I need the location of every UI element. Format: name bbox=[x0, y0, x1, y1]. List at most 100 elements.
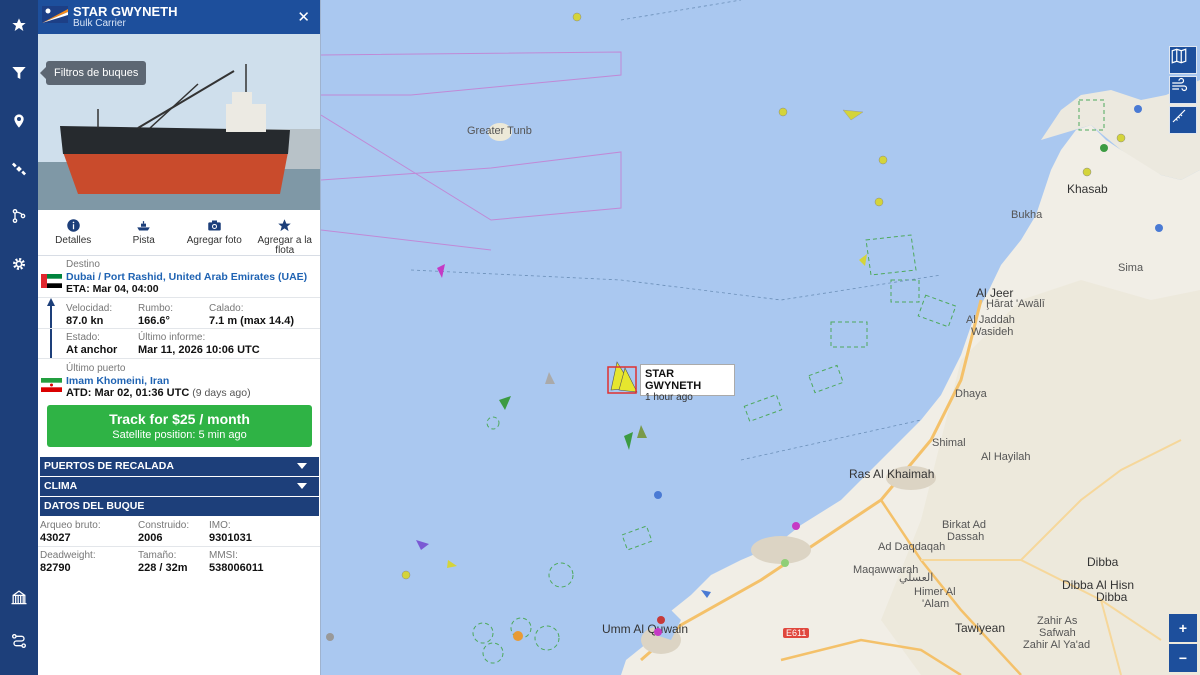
vessel-data-label: DATOS DEL BUQUE bbox=[44, 500, 145, 512]
map-layers-button[interactable] bbox=[1169, 46, 1197, 74]
vessel-map-tooltip: STAR GWYNETH 1 hour ago bbox=[640, 364, 735, 403]
label-dhaya: Dhaya bbox=[955, 388, 987, 400]
track-button[interactable]: Pista bbox=[109, 210, 180, 255]
track-subscribe-button[interactable]: Track for $25 / month Satellite position… bbox=[47, 405, 312, 447]
details-label: Detalles bbox=[55, 235, 92, 246]
add-to-fleet-button[interactable]: Agregar a la flota bbox=[250, 210, 321, 256]
vessel-tooltip-name: STAR GWYNETH bbox=[645, 368, 702, 392]
track-subscribe-subtitle: Satellite position: 5 min ago bbox=[112, 429, 247, 441]
label-ras-al-khaimah: Ras Al Khaimah bbox=[849, 467, 935, 481]
label-arabic: العسلي bbox=[899, 572, 934, 584]
port-icon bbox=[11, 590, 27, 605]
vessel-actions: Detalles Pista Agregar foto Agregar a la… bbox=[38, 210, 320, 256]
routes-button[interactable] bbox=[0, 197, 38, 235]
tracks-button[interactable] bbox=[0, 622, 38, 660]
gear-icon bbox=[13, 258, 25, 270]
label-himer-al: Himer Al bbox=[914, 586, 956, 598]
satellite-button[interactable] bbox=[0, 150, 38, 188]
dwt-label: Deadweight: bbox=[40, 550, 96, 561]
road-sign-e611: E611 bbox=[783, 628, 810, 638]
label-safwah: Safwah bbox=[1039, 627, 1076, 639]
dwt-value: 82790 bbox=[40, 562, 71, 574]
route-icon bbox=[12, 209, 26, 223]
add-to-fleet-label: Agregar a la flota bbox=[257, 235, 312, 256]
favorites-button[interactable] bbox=[0, 6, 38, 44]
last-report-value: Mar 11, 2026 10:06 UTC bbox=[138, 344, 260, 356]
label-al-hayilah: Al Hayilah bbox=[981, 451, 1031, 463]
wind-button[interactable] bbox=[1169, 76, 1197, 104]
measure-icon bbox=[1172, 109, 1186, 123]
ports-of-call-accordion[interactable]: PUERTOS DE RECALADA bbox=[40, 457, 319, 476]
label-tawiyean: Tawiyean bbox=[955, 621, 1006, 635]
vessel-panel-header: STAR GWYNETH Bulk Carrier ✕ bbox=[38, 0, 320, 34]
mmsi-label: MMSI: bbox=[209, 550, 238, 561]
close-icon[interactable]: ✕ bbox=[297, 8, 310, 26]
gt-value: 43027 bbox=[40, 532, 71, 544]
measure-button[interactable] bbox=[1169, 106, 1197, 134]
ship-icon bbox=[137, 221, 150, 231]
draught-value: 7.1 m (max 14.4) bbox=[209, 315, 294, 327]
left-rail bbox=[0, 0, 38, 675]
destination-link[interactable]: Dubai / Port Rashid, United Arab Emirate… bbox=[66, 271, 307, 283]
built-label: Construido: bbox=[138, 520, 190, 531]
zoom-out-button[interactable]: − bbox=[1169, 644, 1197, 672]
atd-ago: (9 days ago) bbox=[192, 387, 251, 399]
zoom-in-button[interactable]: + bbox=[1169, 614, 1197, 642]
track-label: Pista bbox=[132, 235, 155, 246]
size-label: Tamaño: bbox=[138, 550, 177, 561]
gt-label: Arqueo bruto: bbox=[40, 520, 101, 531]
vessel-data-accordion[interactable]: DATOS DEL BUQUE bbox=[40, 497, 319, 516]
label-harat-awali: Ḩārat 'Awālī bbox=[986, 298, 1045, 310]
map-view[interactable]: Greater Tunb Khasab Bukha Sima Al Jeer Ḩ… bbox=[321, 0, 1200, 675]
destination-label: Destino bbox=[66, 259, 100, 270]
track-subscribe-title: Track for $25 / month bbox=[109, 411, 250, 427]
vessel-tooltip-age: 1 hour ago bbox=[645, 392, 693, 403]
add-photo-button[interactable]: Agregar foto bbox=[179, 210, 250, 255]
imo-label: IMO: bbox=[209, 520, 231, 531]
weather-accordion[interactable]: CLIMA bbox=[40, 477, 319, 496]
atd-value: ATD: Mar 02, 01:36 UTC bbox=[66, 387, 190, 399]
location-button[interactable] bbox=[0, 102, 38, 140]
map-canvas bbox=[321, 0, 1200, 675]
label-khasab: Khasab bbox=[1067, 182, 1108, 196]
wind-icon bbox=[1172, 77, 1188, 92]
course-value: 166.6° bbox=[138, 315, 170, 327]
label-umm-al-quwain: Umm Al Quwain bbox=[602, 622, 689, 636]
chevron-down-icon bbox=[297, 463, 307, 469]
map-layers-icon bbox=[1171, 48, 1187, 64]
label-birkat-ad: Birkat Ad bbox=[942, 519, 987, 531]
status-row: Estado: At anchor Último informe: Mar 11… bbox=[38, 329, 320, 359]
speed-row: Velocidad: 87.0 kn Rumbo: 166.6° Calado:… bbox=[38, 300, 320, 329]
camera-icon bbox=[208, 220, 221, 231]
filters-button[interactable] bbox=[0, 54, 38, 92]
label-shimal: Shimal bbox=[932, 437, 966, 449]
details-button[interactable]: Detalles bbox=[38, 210, 109, 255]
settings-button[interactable] bbox=[0, 245, 38, 283]
flag-marshall-islands-icon bbox=[42, 6, 68, 23]
label-sima: Sima bbox=[1118, 262, 1144, 274]
last-port-link[interactable]: Imam Khomeini, Iran bbox=[66, 375, 169, 387]
label-zahir-as: Zahir As bbox=[1037, 615, 1078, 627]
vessel-name: STAR GWYNETH bbox=[73, 4, 178, 19]
course-label: Rumbo: bbox=[138, 303, 174, 314]
label-zahir-al-yaad: Zahir Al Ya'ad bbox=[1023, 639, 1091, 651]
speed-value: 87.0 kn bbox=[66, 315, 104, 327]
label-dibba-2: Dibba bbox=[1096, 590, 1128, 604]
label-wasideh: Wasideh bbox=[971, 326, 1014, 338]
draught-label: Calado: bbox=[209, 303, 244, 314]
satellite-icon bbox=[11, 162, 27, 176]
label-al-jaddah: Al Jaddah bbox=[966, 314, 1015, 326]
star-icon bbox=[12, 18, 26, 31]
info-icon bbox=[67, 219, 80, 232]
size-value: 228 / 32m bbox=[138, 562, 188, 574]
map-pin-icon bbox=[14, 114, 24, 128]
label-bukha: Bukha bbox=[1011, 209, 1043, 221]
destination-section: Destino Dubai / Port Rashid, United Arab… bbox=[38, 256, 320, 298]
status-label: Estado: bbox=[66, 332, 100, 343]
ports-button[interactable] bbox=[0, 578, 38, 616]
last-port-section: Último puerto Imam Khomeini, Iran ATD: M… bbox=[38, 360, 320, 402]
speed-label: Velocidad: bbox=[66, 303, 113, 314]
built-value: 2006 bbox=[138, 532, 163, 544]
add-photo-label: Agregar foto bbox=[186, 235, 242, 246]
filters-tooltip: Filtros de buques bbox=[39, 61, 147, 85]
